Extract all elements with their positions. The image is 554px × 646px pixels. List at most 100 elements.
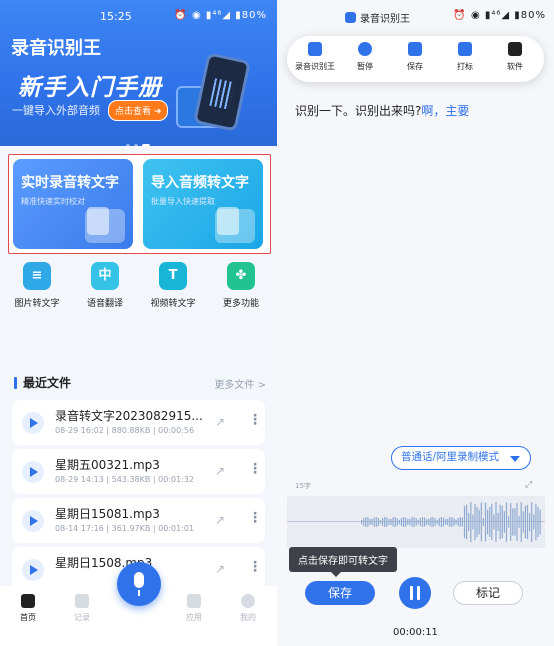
banner-headline: 新手入门手册 bbox=[18, 74, 162, 101]
waveform-bar bbox=[438, 517, 440, 527]
toolbar-software[interactable]: 软件 bbox=[491, 42, 539, 72]
nav-apps[interactable]: 应用 bbox=[174, 594, 214, 623]
recognition-mode-select[interactable]: 普通话/阿里录制模式 bbox=[391, 446, 531, 470]
import-arrow-icon bbox=[217, 207, 239, 235]
status-time: 15:25 bbox=[100, 10, 132, 23]
waveform-bar bbox=[379, 519, 382, 525]
toolbar-label: 软件 bbox=[507, 62, 523, 71]
play-icon[interactable] bbox=[22, 412, 44, 434]
share-icon[interactable]: ↗ bbox=[215, 464, 225, 478]
play-icon[interactable] bbox=[22, 559, 44, 581]
save-button[interactable]: 保存 bbox=[305, 581, 375, 605]
waveform-bar bbox=[367, 517, 369, 527]
waveform-bar bbox=[430, 517, 432, 527]
waveform-bar bbox=[484, 502, 487, 542]
app-logo-icon bbox=[345, 12, 356, 23]
status-app-name: 录音识别王 bbox=[345, 10, 410, 25]
home-screen: 录音识别王 新手入门手册 一键导入外部音频 点击查看 ➜ 15:25 ⏰ ◉ ▮… bbox=[0, 0, 277, 646]
expand-icon[interactable]: ⤢ bbox=[525, 480, 532, 490]
waveform-bar bbox=[398, 519, 400, 525]
tool-video-to-text[interactable]: T 视频转文字 bbox=[144, 258, 202, 314]
toolbar-label: 录音识别王 bbox=[295, 62, 335, 71]
banner-view-button[interactable]: 点击查看 ➜ bbox=[108, 100, 169, 121]
mark-button[interactable]: 标记 bbox=[453, 581, 523, 605]
waveform-bar bbox=[417, 519, 419, 525]
toolbar-pause[interactable]: 暂停 bbox=[341, 42, 389, 72]
mic-illustration-icon bbox=[87, 207, 109, 235]
toolbar-save[interactable]: 保存 bbox=[391, 42, 439, 72]
import-audio-card[interactable]: 导入音频转文字 批量导入快速提取 bbox=[143, 159, 263, 249]
list-item[interactable]: 星期日15081.mp3 08-14 17:16 | 361.97KB | 00… bbox=[12, 498, 265, 543]
file-meta: 08-29 14:13 | 543.38KB | 00:01:32 bbox=[55, 475, 195, 484]
pause-button[interactable] bbox=[399, 577, 431, 609]
waveform-bar bbox=[453, 518, 455, 526]
waveform-bar bbox=[361, 520, 363, 524]
waveform-bar bbox=[522, 511, 524, 533]
waveform-bar bbox=[531, 502, 533, 542]
home-icon bbox=[21, 594, 35, 608]
waveform-bar bbox=[369, 518, 371, 526]
tool-image-to-text[interactable]: ≡ 图片转文字 bbox=[8, 258, 66, 314]
waveform-bar bbox=[501, 505, 503, 539]
waveform-bar bbox=[400, 517, 403, 527]
list-item[interactable]: 录音转文字2023082915... 08-29 16:02 | 880.88K… bbox=[12, 400, 265, 445]
more-vertical-icon[interactable]: ⋮ bbox=[248, 412, 262, 428]
save-icon bbox=[408, 42, 422, 56]
video-text-icon: T bbox=[159, 262, 187, 290]
nav-profile[interactable]: 我的 bbox=[228, 594, 268, 623]
file-name: 录音转文字2023082915... bbox=[55, 409, 203, 423]
tool-label: 图片转文字 bbox=[14, 299, 60, 309]
waveform-bar bbox=[514, 508, 516, 536]
waveform-bar bbox=[508, 516, 510, 528]
nav-home[interactable]: 首页 bbox=[8, 594, 48, 623]
card-subtitle: 批量导入快速提取 bbox=[151, 197, 215, 206]
toolbar-flag[interactable]: 打标 bbox=[441, 42, 489, 72]
waveform-bar bbox=[463, 505, 466, 539]
waveform-bar bbox=[413, 517, 415, 527]
waveform-bar bbox=[470, 502, 472, 542]
waveform-bar bbox=[455, 519, 457, 525]
waveform-bar bbox=[432, 517, 434, 527]
waveform-bar bbox=[451, 517, 453, 527]
waveform-bar bbox=[520, 502, 522, 542]
list-item[interactable]: 星期五00321.mp3 08-29 14:13 | 543.38KB | 00… bbox=[12, 449, 265, 494]
more-vertical-icon[interactable]: ⋮ bbox=[248, 461, 262, 477]
waveform-bar bbox=[461, 517, 463, 527]
waveform-bar bbox=[377, 518, 379, 526]
play-icon[interactable] bbox=[22, 461, 44, 483]
waveform-bar bbox=[390, 518, 392, 526]
toolbar-app[interactable]: 录音识别王 bbox=[291, 42, 339, 72]
waveform-bar bbox=[365, 517, 367, 527]
play-icon[interactable] bbox=[22, 510, 44, 532]
floating-toolbar: 录音识别王 暂停 保存 打标 软件 bbox=[287, 36, 544, 82]
tool-label: 更多功能 bbox=[222, 299, 259, 309]
nav-records[interactable]: 记录 bbox=[62, 594, 102, 623]
waveform-bar bbox=[363, 518, 365, 526]
more-vertical-icon[interactable]: ⋮ bbox=[248, 510, 262, 526]
share-icon[interactable]: ↗ bbox=[215, 562, 225, 576]
waveform-bar bbox=[371, 518, 373, 526]
waveform-bar bbox=[459, 517, 461, 527]
waveform-bar bbox=[426, 519, 428, 525]
tool-more[interactable]: ✤ 更多功能 bbox=[212, 258, 270, 314]
waveform-bar bbox=[478, 509, 480, 535]
waveform-bar bbox=[440, 517, 442, 527]
more-files-link[interactable]: 更多文件 > bbox=[214, 376, 266, 391]
realtime-record-card[interactable]: 实时录音转文字 精准快速实时校对 bbox=[13, 159, 133, 249]
share-icon[interactable]: ↗ bbox=[215, 415, 225, 429]
record-mic-button[interactable] bbox=[117, 562, 161, 606]
tool-voice-translate[interactable]: 中 语音翻译 bbox=[76, 258, 134, 314]
share-icon[interactable]: ↗ bbox=[215, 513, 225, 527]
section-title: 最近文件 bbox=[23, 376, 72, 390]
waveform-bar bbox=[487, 509, 489, 535]
chevron-down-icon bbox=[510, 456, 520, 462]
image-text-icon: ≡ bbox=[23, 262, 51, 290]
waveform-bar bbox=[533, 514, 535, 530]
waveform-bar bbox=[403, 517, 405, 527]
waveform-bar bbox=[482, 517, 484, 527]
more-vertical-icon[interactable]: ⋮ bbox=[248, 559, 262, 575]
software-icon bbox=[508, 42, 522, 56]
transcript-text: 识别一下。识别出来吗?啊，主要 bbox=[295, 102, 469, 119]
waveform-bar bbox=[407, 519, 409, 525]
status-bar: 15:25 ⏰ ◉ ▮⁴⁶◢ ▮80% bbox=[0, 8, 277, 26]
